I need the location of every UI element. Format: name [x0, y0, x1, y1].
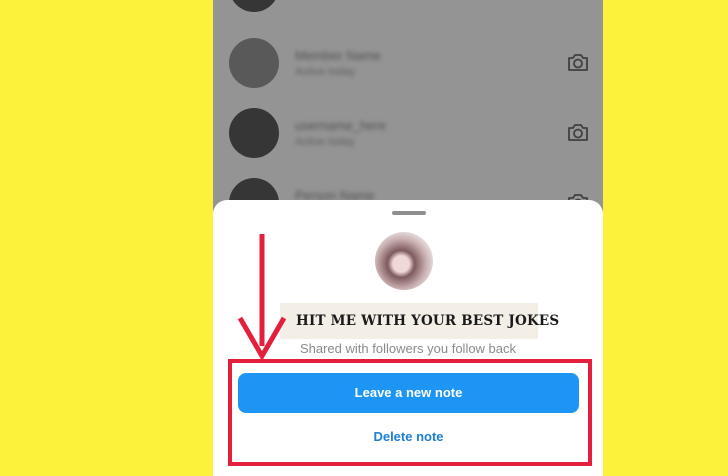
arrow-down-icon	[237, 234, 287, 360]
drag-handle[interactable]	[392, 211, 426, 215]
note-text: HIT ME WITH YOUR BEST JOKES	[280, 303, 559, 339]
highlight-box	[228, 359, 592, 466]
profile-avatar	[375, 232, 433, 290]
